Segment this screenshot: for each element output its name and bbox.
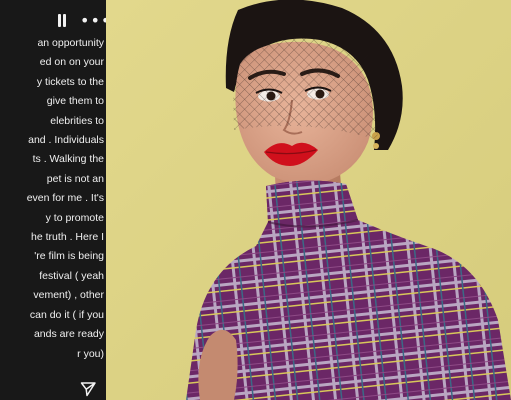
caption-line: even for me . It's <box>26 192 104 205</box>
portrait-illustration <box>106 0 511 400</box>
caption-line: ts . Walking the <box>32 153 104 166</box>
caption-line: festival ( yeah <box>39 269 104 282</box>
story-viewer: ••• an opportunity ed on on your y ticke… <box>0 0 511 400</box>
caption-line: ands are ready <box>33 328 104 341</box>
portrait-photo <box>106 0 511 400</box>
caption-line: y to promote <box>45 211 104 224</box>
caption-line: he truth . Here I <box>31 231 104 244</box>
caption-line: pet is not an <box>46 172 104 185</box>
pause-icon[interactable] <box>57 14 67 28</box>
caption-line: can do it ( if you <box>29 308 104 321</box>
more-icon[interactable]: ••• <box>80 13 106 29</box>
caption-line: r you) <box>77 347 104 360</box>
caption-line: elebrities to <box>50 114 104 127</box>
story-text-panel: ••• an opportunity ed on on your y ticke… <box>0 0 106 400</box>
caption-line: y tickets to the <box>36 75 104 88</box>
caption-line: 're film is being <box>34 250 104 263</box>
caption-line: vement) , other <box>33 289 104 302</box>
caption-line: ed on on your <box>39 56 104 69</box>
caption-line: and . Individuals <box>28 134 104 147</box>
send-icon[interactable] <box>80 381 96 397</box>
story-caption: an opportunity ed on on your y tickets t… <box>0 34 104 364</box>
caption-line: an opportunity <box>37 37 104 49</box>
veil <box>232 36 378 141</box>
story-controls: ••• <box>0 10 106 32</box>
caption-line: give them to <box>46 95 104 108</box>
